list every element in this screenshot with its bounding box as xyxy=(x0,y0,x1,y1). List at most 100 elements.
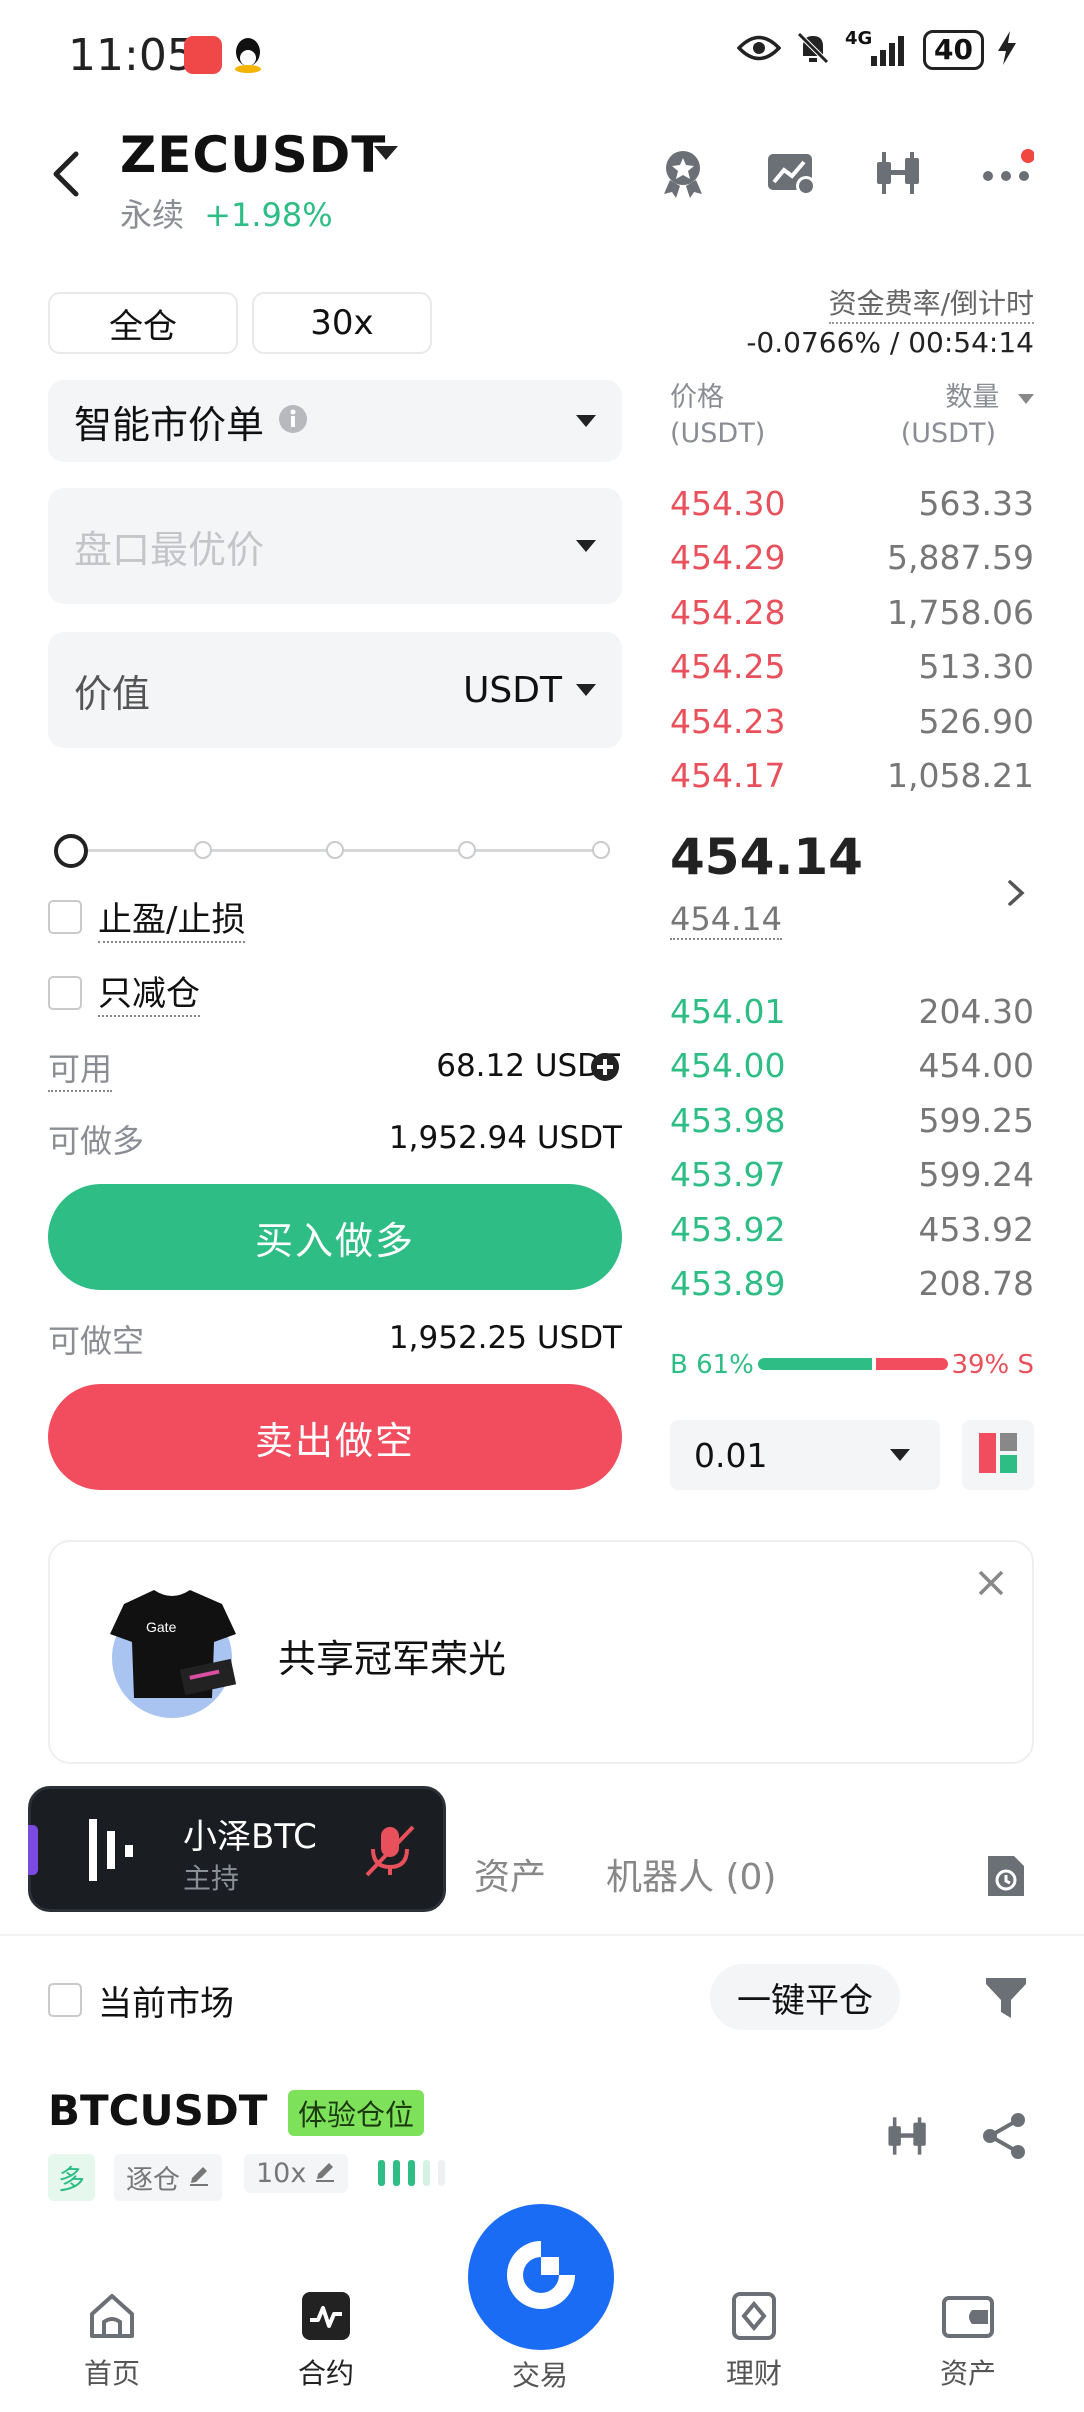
ask-row-price: 454.29 xyxy=(670,538,786,577)
bid-row-qty: 454.00 xyxy=(918,1046,1034,1085)
pair-dropdown-caret-icon[interactable] xyxy=(374,146,398,160)
book-layout-button[interactable] xyxy=(962,1420,1034,1490)
ask-row[interactable]: 454.23 526.90 xyxy=(670,694,1034,748)
nav-assets[interactable]: 资产 xyxy=(898,2290,1038,2392)
value-input[interactable]: 价值 USDT xyxy=(48,632,622,748)
slider-knob[interactable] xyxy=(54,834,88,868)
contract-type: 永续 xyxy=(120,196,185,234)
tp-sl-label[interactable]: 止盈/止损 xyxy=(98,892,246,943)
header-actions xyxy=(656,146,1035,200)
candlestick-icon[interactable] xyxy=(872,146,926,200)
nav-trade-button[interactable] xyxy=(468,2204,614,2350)
ob-price-header: 价格 (USDT) xyxy=(670,380,765,452)
current-market-label[interactable]: 当前市场 xyxy=(98,1976,234,2025)
price-select[interactable]: 盘口最优价 xyxy=(48,488,622,604)
info-icon[interactable] xyxy=(278,404,308,438)
order-history-icon[interactable] xyxy=(984,1852,1028,1904)
order-type-caret-icon xyxy=(576,415,596,427)
slider-step-100[interactable] xyxy=(592,841,610,859)
tab-bots[interactable]: 机器人 (0) xyxy=(606,1848,776,1900)
home-icon xyxy=(86,2290,138,2342)
ask-row-qty: 1,758.06 xyxy=(887,592,1034,632)
award-icon[interactable] xyxy=(656,146,710,200)
bid-row-price: 453.92 xyxy=(670,1209,786,1249)
ob-price-header-label: 价格 xyxy=(670,382,724,413)
tab-assets[interactable]: 资产 xyxy=(474,1848,546,1900)
filter-icon[interactable] xyxy=(984,1974,1028,2026)
bid-row[interactable]: 453.92 453.92 xyxy=(670,1202,1034,1256)
nav-futures[interactable]: 合约 xyxy=(256,2290,396,2392)
buy-long-button[interactable]: 买入做多 xyxy=(48,1184,622,1290)
back-arrow-icon[interactable] xyxy=(46,148,86,200)
slider-step-25[interactable] xyxy=(194,841,212,859)
nav-finance-label: 理财 xyxy=(725,2357,782,2390)
value-unit-select[interactable]: USDT xyxy=(463,670,596,711)
slider-step-75[interactable] xyxy=(458,841,476,859)
sell-ratio: 39% S xyxy=(951,1350,1034,1380)
ratio-bar-sell xyxy=(875,1358,948,1370)
mark-price[interactable]: 454.14 xyxy=(670,900,782,940)
ask-row[interactable]: 454.28 1,758.06 xyxy=(670,585,1034,639)
chart-settings-icon[interactable] xyxy=(764,146,818,200)
precision-select[interactable]: 0.01 xyxy=(670,1420,940,1490)
nav-home-label: 首页 xyxy=(83,2357,140,2390)
bid-row[interactable]: 453.89 208.78 xyxy=(670,1257,1034,1311)
nav-home[interactable]: 首页 xyxy=(42,2290,182,2392)
share-icon[interactable] xyxy=(980,2112,1028,2164)
mic-muted-icon[interactable] xyxy=(363,1823,417,1883)
status-time: 11:05 xyxy=(68,30,195,81)
current-market-checkbox[interactable] xyxy=(48,1983,82,2017)
mute-bell-icon xyxy=(795,30,831,70)
tp-sl-checkbox[interactable] xyxy=(48,900,82,934)
gate-logo-icon xyxy=(503,2237,579,2317)
buy-ratio: B 61% xyxy=(670,1350,754,1380)
bid-row-price: 453.97 xyxy=(670,1155,786,1194)
transfer-add-icon[interactable] xyxy=(590,1052,620,1086)
futures-icon xyxy=(300,2290,352,2342)
ask-row-qty: 526.90 xyxy=(918,701,1034,741)
short-max-value: 1,952.25 USDT xyxy=(388,1320,622,1356)
close-all-button[interactable]: 一键平仓 xyxy=(710,1964,900,2030)
position-symbol[interactable]: BTCUSDT xyxy=(48,2086,267,2135)
close-icon[interactable] xyxy=(976,1568,1006,1602)
margin-mode-badge[interactable]: 逐仓 xyxy=(114,2154,222,2201)
leverage-badge[interactable]: 10x xyxy=(244,2154,349,2193)
live-stream-card[interactable]: 小泽BTC 主持 xyxy=(28,1786,446,1912)
leverage-button[interactable]: 30x xyxy=(252,292,432,354)
ask-row[interactable]: 454.29 5,887.59 xyxy=(670,531,1034,585)
edit-pencil-icon xyxy=(188,2162,210,2193)
pair-title[interactable]: ZECUSDT xyxy=(120,126,386,184)
tshirt-image: Gate xyxy=(94,1580,254,1724)
available-label[interactable]: 可用 xyxy=(48,1044,113,1092)
sell-short-button[interactable]: 卖出做空 xyxy=(48,1384,622,1490)
more-icon[interactable] xyxy=(980,146,1035,200)
value-unit: USDT xyxy=(463,669,562,711)
nav-finance[interactable]: 理财 xyxy=(684,2290,824,2392)
bid-row[interactable]: 454.01 204.30 xyxy=(670,984,1034,1038)
bid-row-price: 454.00 xyxy=(670,1046,786,1085)
position-chart-icon[interactable] xyxy=(884,2112,932,2164)
ask-row[interactable]: 454.17 1,058.21 xyxy=(670,749,1034,803)
bid-row-price: 453.89 xyxy=(670,1264,786,1303)
live-audio-icon xyxy=(87,1815,147,1889)
slider-step-50[interactable] xyxy=(326,841,344,859)
risk-level-icon xyxy=(378,2158,462,2192)
ask-row[interactable]: 454.25 513.30 xyxy=(670,640,1034,694)
bid-row[interactable]: 453.97 599.24 xyxy=(670,1148,1034,1202)
nav-trade-label-wrap[interactable]: 交易 xyxy=(470,2354,610,2394)
order-type-select[interactable]: 智能市价单 xyxy=(48,380,622,462)
live-host-role: 主持 xyxy=(183,1862,240,1895)
funding-rate-label[interactable]: 资金费率/倒计时 xyxy=(828,282,1034,324)
bid-row[interactable]: 453.98 599.25 xyxy=(670,1093,1034,1147)
margin-mode-button[interactable]: 全仓 xyxy=(48,292,238,354)
ask-row[interactable]: 454.30 563.33 xyxy=(670,476,1034,530)
pair-subtitle: 永续 +1.98% xyxy=(120,190,333,236)
bid-row-qty: 204.30 xyxy=(918,991,1034,1031)
price-detail-chevron-icon[interactable] xyxy=(1004,876,1028,914)
short-max-label: 可做空 xyxy=(48,1322,145,1360)
bid-row[interactable]: 454.00 454.00 xyxy=(670,1039,1034,1093)
reduce-only-label[interactable]: 只减仓 xyxy=(98,966,200,1017)
ob-qty-header[interactable]: 数量 (USDT) xyxy=(901,380,1034,452)
reduce-only-checkbox[interactable] xyxy=(48,976,82,1010)
promo-banner[interactable]: Gate 共享冠军荣光 xyxy=(48,1540,1034,1764)
